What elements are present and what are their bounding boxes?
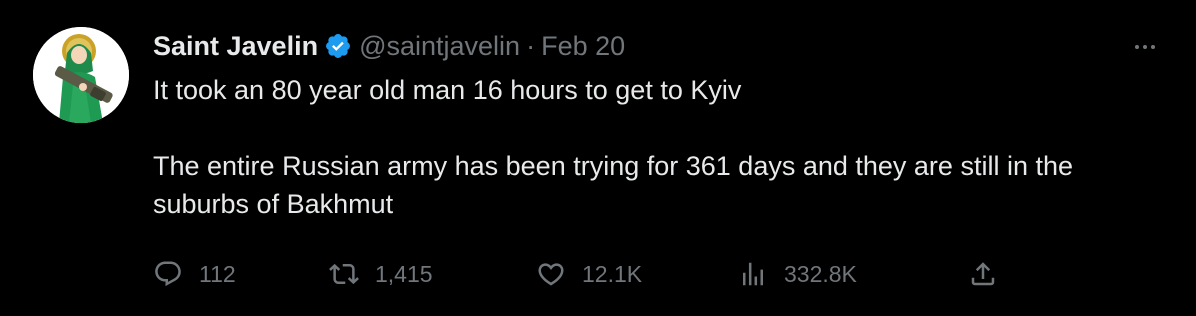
tweet-text-line: It took an 80 year old man 16 hours to g… <box>153 75 742 105</box>
more-horizontal-icon[interactable] <box>1130 32 1160 62</box>
tweet-text: It took an 80 year old man 16 hours to g… <box>153 71 1163 223</box>
avatar[interactable] <box>33 27 129 123</box>
tweet-date[interactable]: Feb 20 <box>541 28 625 64</box>
heart-icon <box>538 263 564 286</box>
reply-icon <box>155 261 181 287</box>
display-name[interactable]: Saint Javelin <box>153 28 318 64</box>
tweet-header: Saint Javelin @saintjavelin · Feb 20 <box>153 28 625 64</box>
like-button[interactable]: 12.1K <box>536 252 642 296</box>
tweet[interactable]: Saint Javelin @saintjavelin · Feb 20 It … <box>0 0 1196 316</box>
handle[interactable]: @saintjavelin <box>359 28 520 64</box>
views-count: 332.8K <box>784 260 857 287</box>
saint-javelin-avatar-image <box>33 27 129 123</box>
views-chart-icon <box>743 262 763 286</box>
separator-dot: · <box>526 31 536 61</box>
reply-count: 112 <box>199 260 236 287</box>
tweet-text-line: The entire Russian army has been trying … <box>153 151 1073 219</box>
verified-badge-icon[interactable] <box>324 32 352 60</box>
share-button[interactable] <box>968 252 998 296</box>
share-icon <box>971 262 995 286</box>
views-button[interactable]: 332.8K <box>738 252 857 296</box>
retweet-icon <box>329 263 359 285</box>
retweet-count: 1,415 <box>375 260 433 287</box>
reply-button[interactable]: 112 <box>153 252 236 296</box>
action-bar: 112 1,415 12.1K 332.8K <box>153 252 1013 296</box>
retweet-button[interactable]: 1,415 <box>329 252 433 296</box>
like-count: 12.1K <box>582 260 643 287</box>
